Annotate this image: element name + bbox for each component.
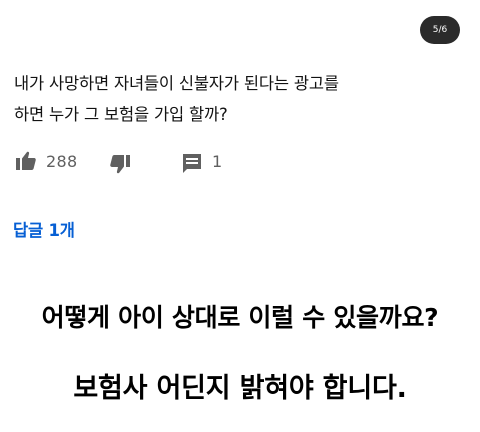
- caption-line-2: 보험사 어딘지 밝혀야 합니다.: [73, 373, 407, 404]
- comment-line: 하면 누가 그 보험을 가입 할까?: [14, 105, 228, 124]
- view-replies-link[interactable]: 답글 1개: [13, 217, 75, 241]
- thumbs-down-icon[interactable]: [108, 152, 132, 180]
- like-count: 288: [46, 152, 78, 171]
- thumbs-up-icon[interactable]: [14, 149, 38, 177]
- comment-text: 내가 사망하면 자녀들이 신불자가 된다는 광고를 하면 누가 그 보험을 가입…: [14, 68, 464, 130]
- comment-line: 내가 사망하면 자녀들이 신불자가 된다는 광고를: [14, 74, 339, 93]
- comment-icon[interactable]: [180, 151, 204, 179]
- page-indicator-badge: 5/6: [420, 16, 460, 44]
- reply-count: 1: [212, 152, 223, 171]
- comment-actions: 288 1: [14, 149, 454, 177]
- caption-line-1: 어떻게 아이 상대로 이럴 수 있을까요?: [41, 303, 439, 332]
